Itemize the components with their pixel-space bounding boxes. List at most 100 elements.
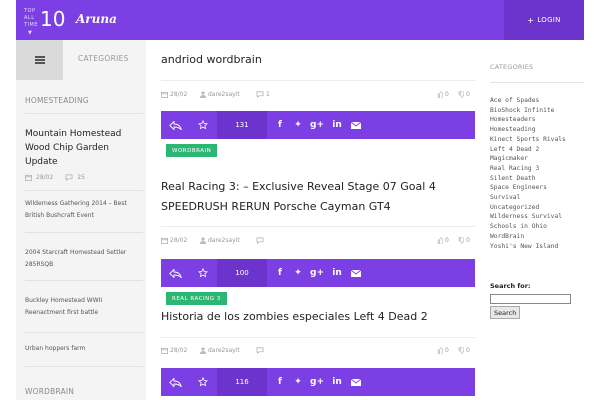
post-title-line[interactable]: SPEEDRUSH RERUN Porsche Cayman GT4 [161,197,391,217]
left-sidebar-header: CATEGORIES [16,40,146,80]
right-sidebar: CATEGORIES Ace of Spades BioShock Infini… [490,40,585,400]
reply-icon [168,377,182,387]
twitter-icon[interactable]: ✦ [291,118,305,132]
dislike-button[interactable]: 0 [458,347,470,354]
star-icon [198,268,208,278]
post-comments[interactable]: 1 [256,91,270,98]
category-link[interactable]: Homesteaders [490,115,566,125]
twitter-icon[interactable]: ✦ [291,266,305,280]
sidebar-post-link[interactable]: Urban hoppers farm [25,343,143,355]
category-link[interactable]: Survival [490,193,566,203]
envelope-shape [351,121,361,129]
post-author[interactable]: dare2sayit [200,347,240,354]
favorite-button[interactable] [189,368,217,396]
section-heading-homesteading[interactable]: HOMESTEADING [25,96,89,105]
post-tag[interactable]: WORDBRAIN [166,144,218,157]
like-button[interactable]: 0 [437,347,449,354]
facebook-icon[interactable]: f [273,118,287,132]
divider [161,337,475,338]
user-icon [200,91,206,98]
like-button[interactable]: 0 [437,91,449,98]
google-plus-icon[interactable]: g+ [310,375,324,389]
thumbs-up-icon [437,237,443,244]
category-link[interactable]: Left 4 Dead 2 [490,145,566,155]
hamburger-icon [34,59,45,61]
categories-heading: CATEGORIES [490,63,534,71]
category-link[interactable]: Kinect Sports Rivals [490,135,566,145]
envelope-shape [351,269,361,277]
linkedin-icon[interactable]: in [330,118,344,132]
search-button[interactable]: Search [490,306,521,319]
site-logo[interactable]: Aruna [76,12,117,26]
categories-tab[interactable]: CATEGORIES [78,54,129,63]
envelope-shape [351,378,361,386]
category-link[interactable]: BioShock Infinite [490,106,566,116]
reply-button[interactable] [161,111,189,139]
post-tag[interactable]: REAL RACING 3 [166,292,227,305]
post-author[interactable]: dare2sayit [200,237,240,244]
category-list: Ace of Spades BioShock Infinite Homestea… [490,96,566,251]
post-date-text: 28/02 [170,237,188,244]
reply-icon [168,268,182,278]
sidebar-post-link[interactable]: 2004 Starcraft Homestead Settler 285RSQB [25,247,143,271]
category-link[interactable]: Real Racing 3 [490,164,566,174]
email-icon[interactable] [349,266,363,280]
section-heading-wordbrain[interactable]: WORDBRAIN [25,387,74,396]
favorite-button[interactable] [189,111,217,139]
sidebar-post-link[interactable]: Wilderness Gathering 2014 – Best British… [25,198,143,222]
comment-icon [256,91,264,98]
dislike-button[interactable]: 0 [458,237,470,244]
divider [25,232,143,233]
like-count: 0 [445,237,449,244]
dislike-button[interactable]: 0 [458,91,470,98]
user-icon [200,347,206,354]
reply-button[interactable] [161,259,189,287]
category-link[interactable]: Silent Death [490,174,566,184]
post-author[interactable]: dare2sayit [200,91,240,98]
divider [25,332,143,333]
post-title-line[interactable]: Real Racing 3: – Exclusive Reveal Stage … [161,177,436,197]
post-comments[interactable] [256,237,264,244]
star-icon [198,120,208,130]
post-title[interactable]: Historia de los zombies especiales Left … [161,307,428,327]
post-date: 28/02 [161,91,187,98]
share-bar: 116 f ✦ g+ in [161,368,475,396]
favorite-button[interactable] [189,259,217,287]
category-link[interactable]: Ace of Spades [490,96,566,106]
email-icon[interactable] [349,118,363,132]
linkedin-icon[interactable]: in [330,375,344,389]
post-date-text: 28/02 [170,347,188,354]
divider [161,226,475,227]
google-plus-icon[interactable]: g+ [310,118,324,132]
facebook-icon[interactable]: f [273,266,287,280]
post-author-text: dare2sayit [208,91,240,98]
like-button[interactable]: 0 [437,237,449,244]
login-button[interactable]: + LOGIN [504,0,584,40]
menu-button[interactable] [16,40,63,80]
email-icon[interactable] [349,375,363,389]
category-link[interactable]: Uncategorized [490,203,566,213]
sidebar-post-link[interactable]: Buckley Homestead WWII Reenactment first… [25,295,143,319]
post-meta: 28/02 dare2sayit 1 0 0 [161,91,475,103]
post-meta: 28/02 dare2sayit 0 0 [161,347,475,359]
post-date-text: 28/02 [170,91,188,98]
post-author-text: dare2sayit [208,347,240,354]
category-link[interactable]: Homesteading [490,125,566,135]
category-link[interactable]: Schools in Ohio [490,222,566,232]
search-input[interactable] [490,294,571,304]
twitter-icon[interactable]: ✦ [291,375,305,389]
reply-button[interactable] [161,368,189,396]
category-link[interactable]: Yoshi's New Island [490,242,566,252]
linkedin-icon[interactable]: in [330,266,344,280]
category-link[interactable]: WordBrain [490,232,566,242]
featured-post-title[interactable]: Mountain Homestead Wood Chip Garden Upda… [25,127,140,169]
post-comments[interactable] [256,347,264,354]
google-plus-icon[interactable]: g+ [310,266,324,280]
facebook-icon[interactable]: f [273,375,287,389]
category-link[interactable]: Wilderness Survival [490,212,566,222]
category-link[interactable]: Space Engineers [490,183,566,193]
category-link[interactable]: Magicmaker [490,154,566,164]
divider [25,366,143,367]
share-count: 116 [217,368,267,396]
left-sidebar: CATEGORIES HOMESTEADING Mountain Homeste… [16,40,146,400]
